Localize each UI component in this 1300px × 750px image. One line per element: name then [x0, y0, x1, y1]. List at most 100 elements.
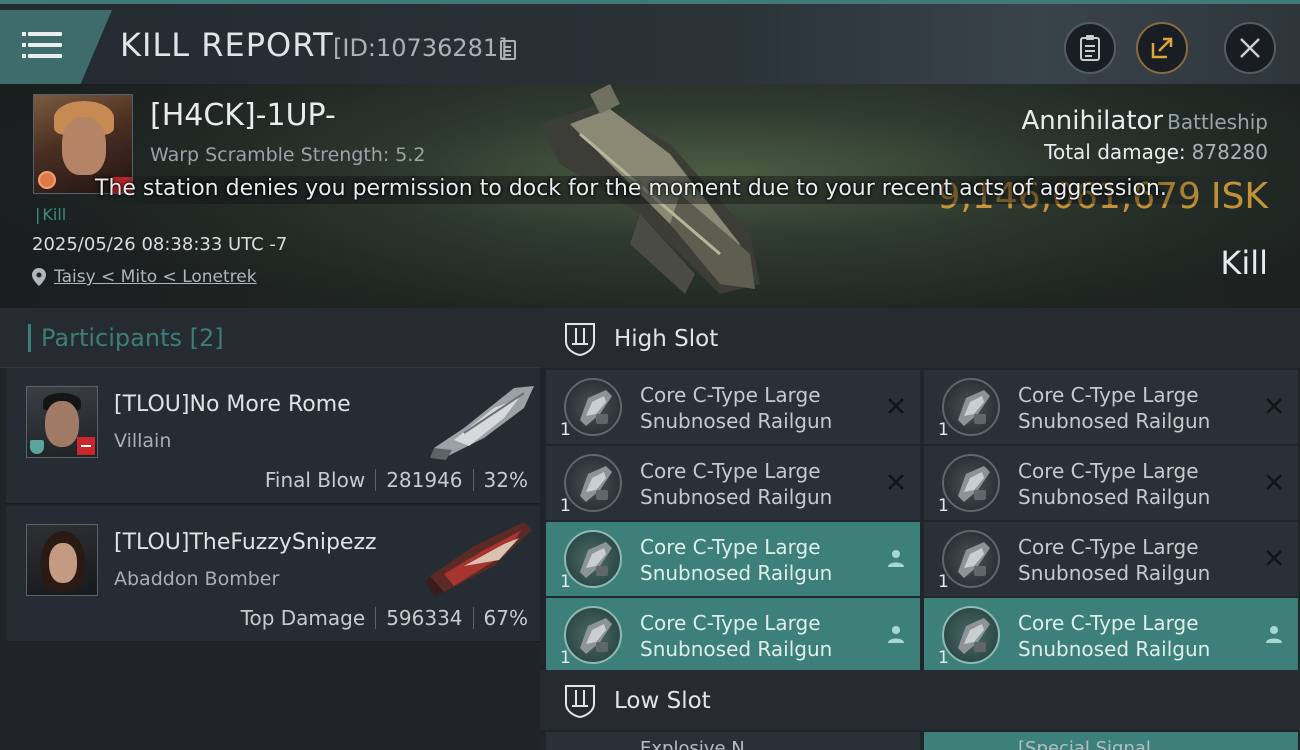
participant-damage: 596334: [386, 606, 463, 630]
low-slot-header: Low Slot: [540, 670, 1300, 730]
railgun-icon: [942, 530, 1000, 588]
total-damage-value: 878280: [1191, 140, 1268, 164]
location-link[interactable]: Taisy < Mito < Lonetrek: [54, 267, 257, 287]
ship-type: Battleship: [1167, 110, 1268, 134]
high-slot-module[interactable]: 1 Core C-Type Large Snubnosed Railgun: [546, 446, 920, 520]
kill-result: Kill: [1220, 244, 1268, 282]
location-pin-icon: [32, 268, 46, 286]
participants-count: [2]: [189, 324, 224, 352]
high-slot-module[interactable]: 1 Core C-Type Large Snubnosed Railgun: [546, 370, 920, 444]
railgun-icon: [564, 454, 622, 512]
participant-percent: 67%: [483, 606, 528, 630]
low-slot-label: Low Slot: [614, 688, 711, 714]
copy-id-icon[interactable]: [500, 40, 516, 60]
top-bar: KILL REPORT [ID:10736281]: [0, 0, 1300, 84]
low-slot-module[interactable]: Explosive N...: [546, 732, 920, 750]
module-name: Core C-Type Large Snubnosed Railgun: [1018, 611, 1211, 661]
participant-name: [TLOU]No More Rome: [114, 392, 351, 417]
total-damage-label: Total damage:: [1044, 140, 1186, 164]
high-slot-header: High Slot: [540, 308, 1300, 368]
high-slot-module[interactable]: 1 Core C-Type Large Snubnosed Railgun: [924, 598, 1298, 672]
menu-icon: [22, 32, 62, 36]
participant-role: Top Damage: [240, 606, 366, 630]
module-name: Core C-Type Large Snubnosed Railgun: [640, 459, 833, 509]
module-quantity: 1: [938, 572, 949, 592]
participant-ship-image: [430, 386, 534, 460]
person-icon: [888, 626, 904, 643]
participants-header: Participants [2]: [0, 308, 540, 368]
kill-location[interactable]: Taisy < Mito < Lonetrek: [32, 267, 257, 287]
system-notification: The station denies you permission to doc…: [95, 176, 1220, 204]
railgun-icon: [564, 606, 622, 664]
low-slot-module[interactable]: [Special Signal...: [924, 732, 1298, 750]
x-icon: [1266, 550, 1282, 566]
participant-avatar[interactable]: [26, 386, 98, 458]
clipboard-icon: [1080, 35, 1100, 61]
fitting-panel: High Slot 1 Core C-Type Large Snubnosed Ra…: [540, 308, 1300, 750]
module-quantity: 1: [560, 420, 571, 440]
participants-label: Participants: [41, 324, 182, 352]
high-slot-module[interactable]: 1 Core C-Type Large Snubnosed Railgun: [546, 598, 920, 672]
railgun-icon: [942, 454, 1000, 512]
menu-button[interactable]: [0, 10, 112, 84]
high-slot-module[interactable]: 1 Core C-Type Large Snubnosed Railgun: [546, 522, 920, 596]
participant-name: [TLOU]TheFuzzySnipezz: [114, 530, 377, 555]
warp-scramble-strength: Warp Scramble Strength: 5.2: [150, 144, 426, 166]
person-icon: [1266, 626, 1282, 643]
participant-row[interactable]: [TLOU]No More Rome Villain Final Blow 28…: [6, 368, 540, 504]
participants-panel: Participants [2] [TLOU]No More Rome Vill…: [0, 308, 540, 750]
module-quantity: 1: [560, 572, 571, 592]
participant-avatar[interactable]: [26, 524, 98, 596]
railgun-icon: [564, 378, 622, 436]
participant-row[interactable]: [TLOU]TheFuzzySnipezz Abaddon Bomber Top…: [6, 506, 540, 642]
high-slot-module[interactable]: 1 Core C-Type Large Snubnosed Railgun: [924, 370, 1298, 444]
module-quantity: 1: [938, 420, 949, 440]
ship-name[interactable]: Annihilator: [1022, 106, 1164, 136]
kill-tag: Kill: [35, 205, 66, 224]
x-icon: [1266, 474, 1282, 490]
participant-stats: Top Damage 596334 67%: [241, 606, 528, 630]
module-quantity: 1: [560, 496, 571, 516]
module-quantity: 1: [938, 496, 949, 516]
share-button[interactable]: [1136, 22, 1188, 74]
railgun-icon: [564, 530, 622, 588]
kill-timestamp: 2025/05/26 08:38:33 UTC -7: [32, 234, 288, 255]
participant-ship: Abaddon Bomber: [114, 568, 280, 590]
module-quantity: 1: [560, 648, 571, 668]
negative-standing-icon: [77, 437, 95, 455]
victim-name[interactable]: [H4CK]-1UP-: [150, 98, 336, 133]
page-title: KILL REPORT: [120, 26, 334, 64]
participant-ship: Villain: [114, 430, 172, 452]
total-damage: Total damage: 878280: [1044, 140, 1268, 164]
module-quantity: 1: [938, 648, 949, 668]
report-id: [ID:10736281]: [333, 34, 508, 62]
security-shield-icon: [30, 440, 44, 454]
module-name: Core C-Type Large Snubnosed Railgun: [1018, 535, 1211, 585]
participant-role: Final Blow: [264, 468, 366, 492]
high-slot-label: High Slot: [614, 326, 719, 352]
x-icon: [1266, 398, 1282, 414]
x-icon: [888, 474, 904, 490]
share-icon: [1151, 37, 1173, 59]
close-icon: [1240, 38, 1260, 58]
high-slot-module[interactable]: 1 Core C-Type Large Snubnosed Railgun: [924, 446, 1298, 520]
participant-stats: Final Blow 281946 32%: [265, 468, 528, 492]
participant-ship-image: [426, 522, 532, 596]
railgun-icon: [942, 378, 1000, 436]
module-name: Core C-Type Large Snubnosed Railgun: [1018, 383, 1211, 433]
slot-shield-icon: [565, 685, 595, 718]
module-name: Core C-Type Large Snubnosed Railgun: [640, 383, 833, 433]
victim-ship-class: Annihilator Battleship: [1022, 106, 1269, 136]
corp-logo-icon: [38, 171, 56, 189]
close-button[interactable]: [1224, 22, 1276, 74]
high-slot-module[interactable]: 1 Core C-Type Large Snubnosed Railgun: [924, 522, 1298, 596]
module-name: Core C-Type Large Snubnosed Railgun: [1018, 459, 1211, 509]
x-icon: [888, 398, 904, 414]
clipboard-button[interactable]: [1064, 22, 1116, 74]
module-name: Core C-Type Large Snubnosed Railgun: [640, 535, 833, 585]
participant-damage: 281946: [386, 468, 463, 492]
module-name: Core C-Type Large Snubnosed Railgun: [640, 611, 833, 661]
person-icon: [888, 550, 904, 567]
participant-percent: 32%: [483, 468, 528, 492]
railgun-icon: [942, 606, 1000, 664]
